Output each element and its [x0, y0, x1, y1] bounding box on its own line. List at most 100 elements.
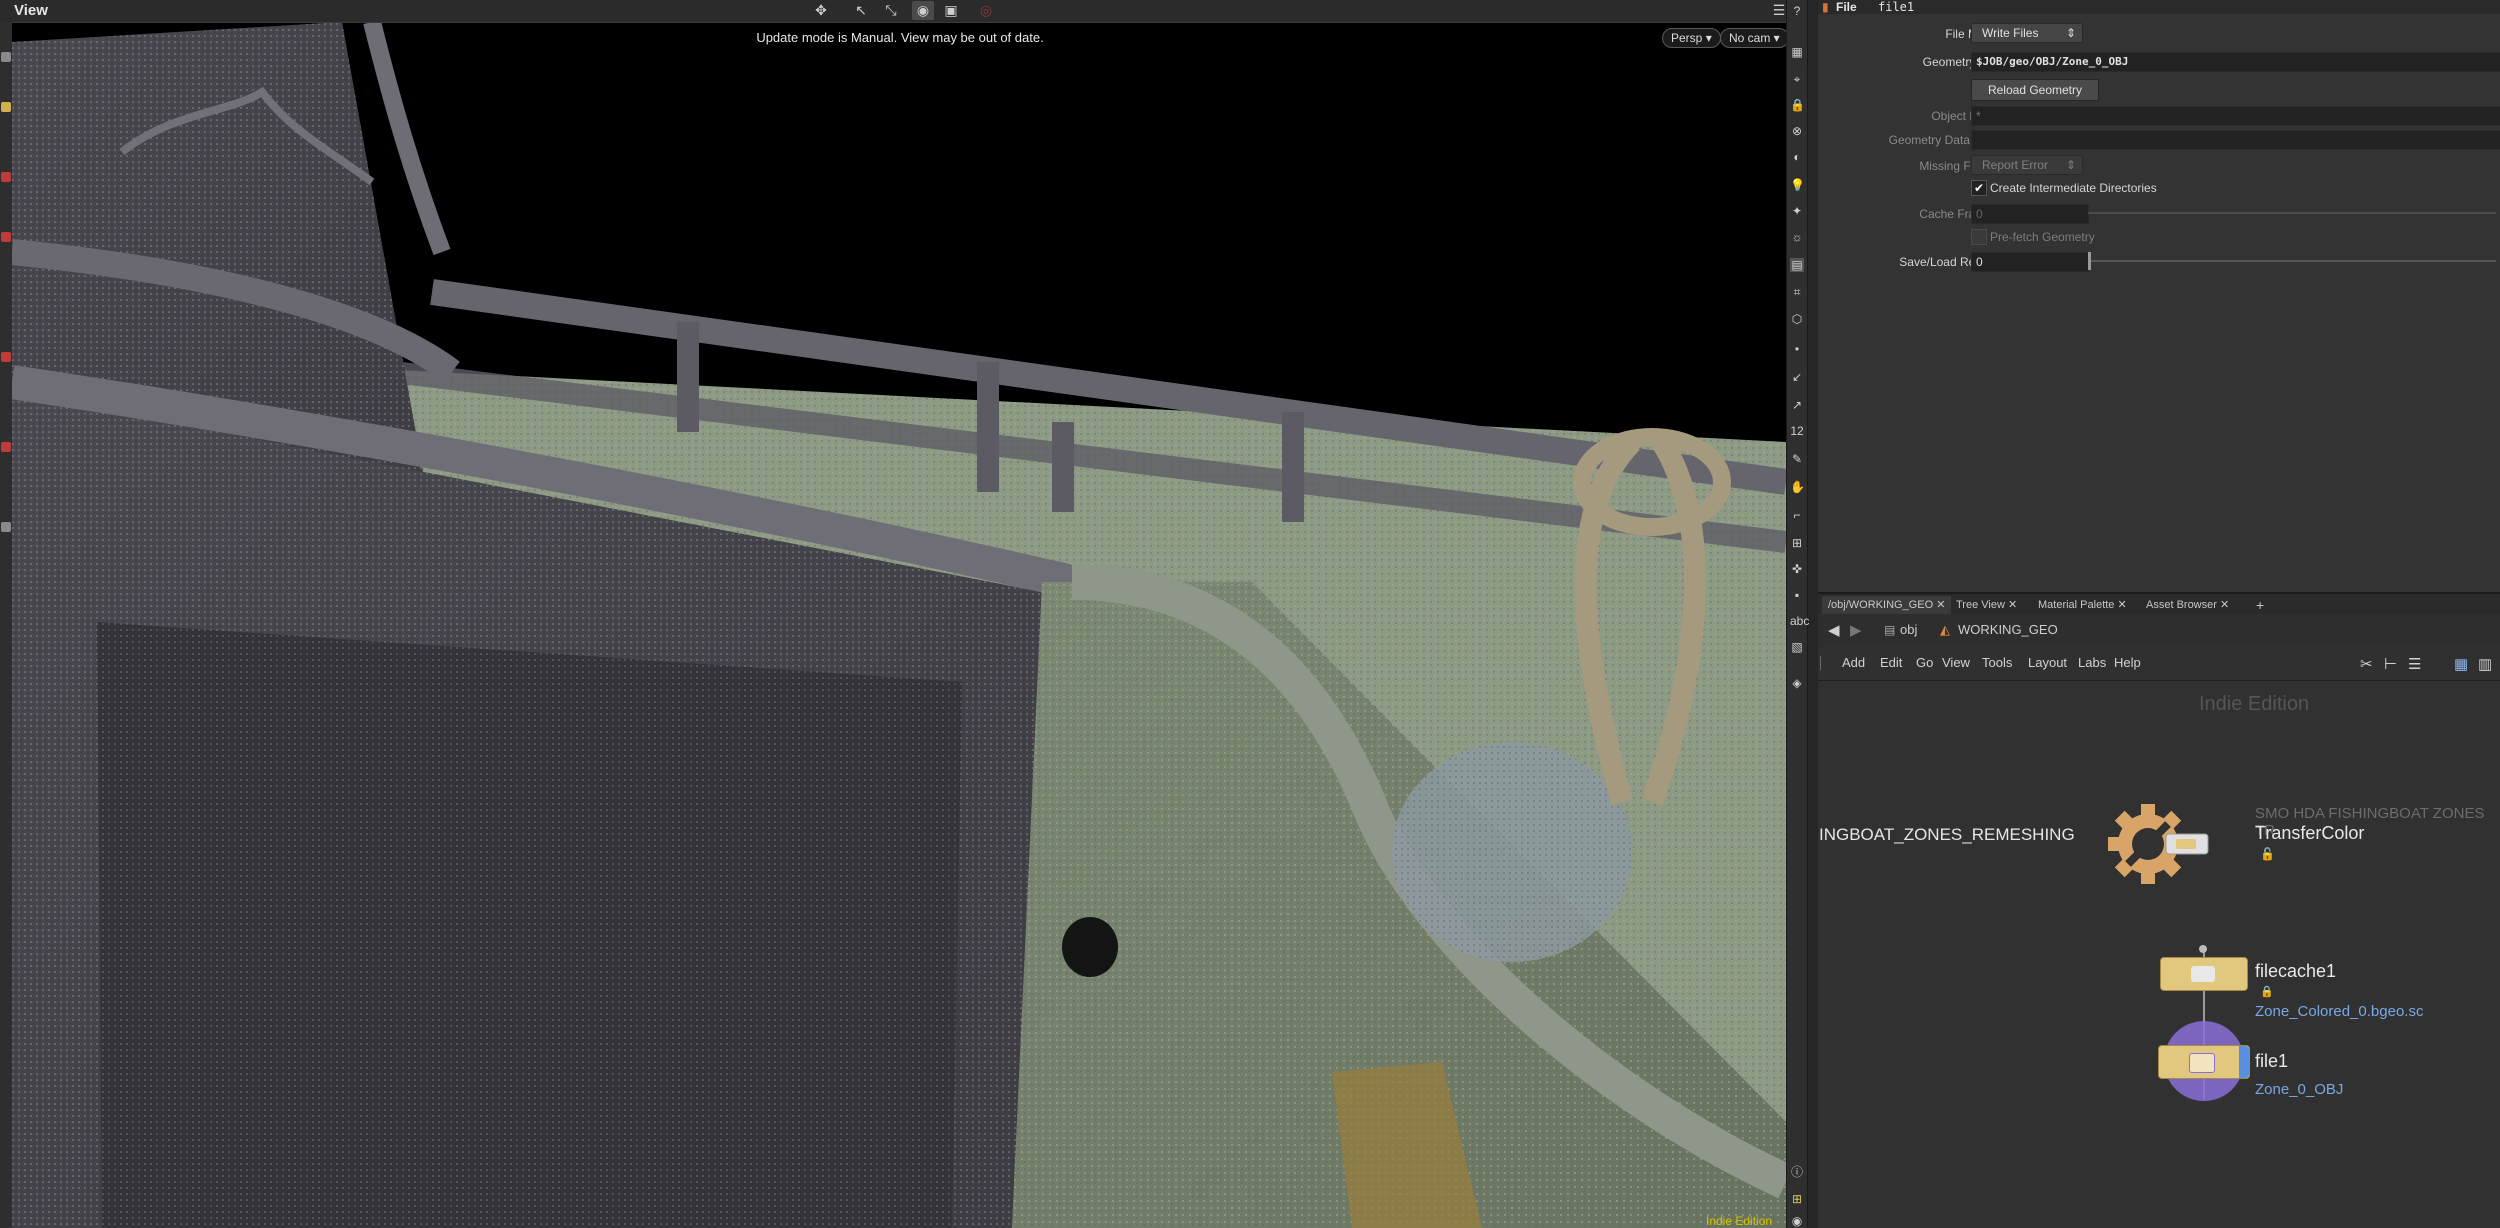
- menu-view[interactable]: View: [1942, 655, 1970, 670]
- file-output-label[interactable]: Zone_0_OBJ: [2255, 1081, 2343, 1098]
- node-file1[interactable]: [2158, 1045, 2250, 1079]
- prefetch-checkbox[interactable]: [1971, 229, 1987, 245]
- node-filecache1[interactable]: [2160, 957, 2248, 991]
- tool-icon[interactable]: [1, 52, 11, 62]
- camera-menu-button[interactable]: No cam ▾: [1720, 28, 1789, 48]
- tree-icon[interactable]: ⊢: [2384, 655, 2397, 673]
- lock-icon[interactable]: 🔒: [1790, 98, 1805, 112]
- breadcrumb-working-geo[interactable]: WORKING_GEO: [1958, 622, 2058, 637]
- snap-icon[interactable]: ⌖: [1790, 72, 1804, 86]
- curve-icon[interactable]: ⌐: [1790, 508, 1804, 522]
- menu-layout[interactable]: Layout: [2028, 655, 2067, 670]
- menu-edit[interactable]: Edit: [1880, 655, 1902, 670]
- tool-icon[interactable]: [1, 352, 11, 362]
- add-tab-icon[interactable]: +: [2250, 596, 2270, 614]
- number-icon[interactable]: 12: [1790, 424, 1804, 438]
- scene-viewport[interactable]: [0, 0, 1793, 1228]
- pane-grip[interactable]: [1820, 656, 1825, 670]
- forward-icon[interactable]: ▶: [1850, 621, 1862, 639]
- create-dirs-checkbox[interactable]: ✔: [1971, 180, 1987, 196]
- node-name-field[interactable]: file1: [1878, 0, 1914, 14]
- geometry-file-input[interactable]: $JOB/geo/OBJ/Zone_0_OBJ: [1971, 52, 2500, 72]
- list-icon[interactable]: ☰: [2408, 655, 2421, 673]
- filecache-output-label[interactable]: Zone_Colored_0.bgeo.sc: [2255, 1003, 2423, 1020]
- ghost-icon[interactable]: ⊗: [1790, 124, 1804, 138]
- close-icon[interactable]: ✕: [2118, 599, 2127, 611]
- normal-icon[interactable]: ↙: [1790, 370, 1804, 384]
- missing-frame-menu[interactable]: Report Error ⇕: [1971, 155, 2083, 175]
- shading-icon[interactable]: ◐: [1790, 150, 1804, 164]
- grid-icon[interactable]: ▦: [1790, 45, 1804, 59]
- node-name-transfercolor[interactable]: TransferColor: [2255, 823, 2364, 844]
- tools-icon[interactable]: ✂: [2360, 655, 2373, 673]
- grid-view-icon[interactable]: ▦: [2454, 655, 2468, 673]
- geometry-data-path-input[interactable]: [1971, 130, 2500, 150]
- viewport-scene[interactable]: [12, 22, 1786, 1228]
- handle-tool-icon[interactable]: ✥: [810, 1, 832, 20]
- tool-icon[interactable]: [1, 232, 11, 242]
- reload-geometry-button[interactable]: Reload Geometry: [1971, 79, 2099, 101]
- transform-tool-icon[interactable]: ⤡: [880, 1, 902, 20]
- uv-icon[interactable]: ⊞: [1790, 536, 1804, 550]
- select-tool-icon[interactable]: ↖: [850, 1, 872, 20]
- menu-labs[interactable]: Labs: [2078, 655, 2106, 670]
- camera-icon[interactable]: ⌗: [1790, 285, 1804, 299]
- persp-menu-button[interactable]: Persp ▾: [1662, 28, 1721, 48]
- camera-tool-icon[interactable]: ◉: [912, 1, 934, 20]
- retries-input[interactable]: 0: [1971, 252, 2089, 272]
- network-editor[interactable]: Indie Edition INGBOAT_ZONES_REMESHING SM…: [1818, 681, 2500, 1228]
- menu-go[interactable]: Go: [1916, 655, 1933, 670]
- file-mode-menu[interactable]: Write Files ⇕: [1971, 23, 2083, 43]
- display-options-icon[interactable]: ▣: [940, 1, 962, 20]
- tool-icon[interactable]: [1, 102, 11, 112]
- object-mask-input[interactable]: *: [1971, 106, 2500, 126]
- menu-help[interactable]: Help: [2114, 655, 2141, 670]
- pin-icon[interactable]: ✜: [1790, 562, 1804, 576]
- brush-icon[interactable]: ✎: [1790, 452, 1804, 466]
- record-icon[interactable]: ◎: [975, 1, 997, 20]
- node-transfercolor[interactable]: [2106, 799, 2266, 889]
- tab-network[interactable]: /obj/WORKING_GEO ✕: [1822, 596, 1952, 614]
- light-icon[interactable]: 💡: [1790, 178, 1805, 192]
- display-flag[interactable]: [2239, 1046, 2249, 1078]
- info-icon[interactable]: ⓘ: [1790, 1165, 1804, 1179]
- headlight-icon[interactable]: ☼: [1790, 230, 1804, 244]
- geometry-icon[interactable]: ⬡: [1790, 312, 1804, 326]
- vector-icon[interactable]: ↗: [1790, 398, 1804, 412]
- close-icon[interactable]: ✕: [2220, 599, 2229, 611]
- view-icon[interactable]: ◉: [1790, 1214, 1804, 1228]
- retries-slider[interactable]: [2088, 260, 2496, 262]
- tile-view-icon[interactable]: ▥: [2478, 655, 2492, 673]
- edition-watermark: Indie Edition: [2199, 693, 2310, 715]
- image-icon[interactable]: ▧: [1790, 640, 1804, 654]
- point-icon[interactable]: •: [1790, 342, 1804, 356]
- parameter-pane: ▮ File file1 File Mode Write Files⇕ Geom…: [1818, 0, 2500, 592]
- node-name-file1[interactable]: file1: [2255, 1051, 2288, 1072]
- tool-icon[interactable]: [1, 442, 11, 452]
- back-icon[interactable]: ◀: [1828, 621, 1840, 639]
- help-icon[interactable]: ?: [1790, 4, 1804, 18]
- close-icon[interactable]: ✕: [1936, 599, 1945, 611]
- tab-tree-view[interactable]: Tree View ✕: [1950, 596, 2023, 614]
- input-connector[interactable]: [2199, 945, 2207, 953]
- close-icon[interactable]: ✕: [2008, 599, 2017, 611]
- node-name-filecache1[interactable]: filecache1: [2255, 961, 2336, 982]
- tool-icon[interactable]: [1, 522, 11, 532]
- menu-add[interactable]: Add: [1842, 655, 1865, 670]
- tab-asset-browser[interactable]: Asset Browser ✕: [2140, 596, 2235, 614]
- viewport-toolbar: View ✥ ↖ ⤡ ◉ ▣ ◎ ☰: [0, 0, 1793, 23]
- light-bulb-icon[interactable]: ✦: [1790, 204, 1804, 218]
- cache-frames-slider[interactable]: [2088, 212, 2496, 214]
- breadcrumb-obj[interactable]: obj: [1900, 622, 1917, 637]
- retries-slider-handle[interactable]: [2088, 252, 2091, 270]
- tab-material-palette[interactable]: Material Palette ✕: [2032, 596, 2133, 614]
- hand-icon[interactable]: ✋: [1790, 480, 1805, 494]
- menu-tools[interactable]: Tools: [1982, 655, 2012, 670]
- layout-icon[interactable]: ⊞: [1790, 1192, 1804, 1206]
- cache-frames-input[interactable]: 0: [1971, 204, 2089, 224]
- text-icon[interactable]: abc: [1790, 614, 1809, 628]
- visibility-icon[interactable]: ▪: [1790, 588, 1804, 602]
- location-icon[interactable]: ◈: [1790, 676, 1804, 690]
- background-icon[interactable]: ▤: [1790, 258, 1804, 272]
- tool-icon[interactable]: [1, 172, 11, 182]
